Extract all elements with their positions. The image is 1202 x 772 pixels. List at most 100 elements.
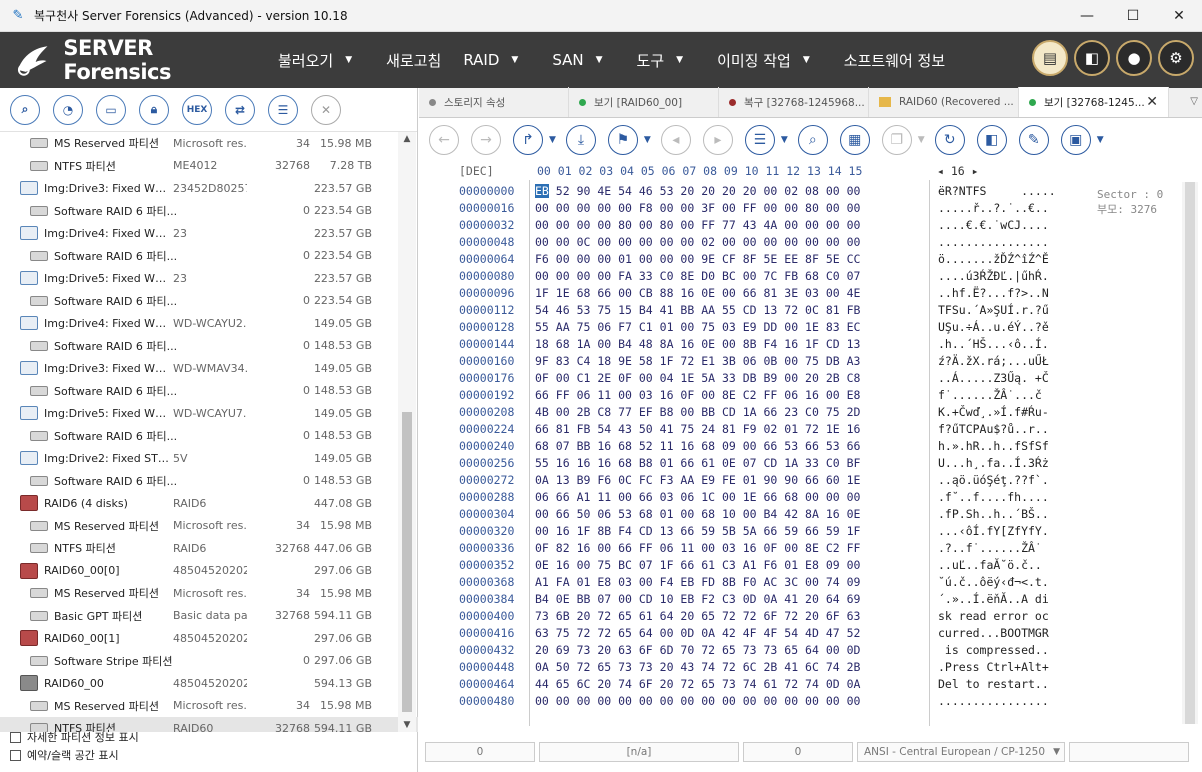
hex-byte[interactable]: 0F (535, 541, 549, 555)
checkbox-box[interactable] (10, 749, 21, 761)
tab[interactable]: 복구 [32768-1245968... (719, 87, 869, 117)
hex-bytes[interactable]: 63 75 72 72 65 64 00 0D 0A 42 4F 4F 54 4… (535, 626, 860, 640)
hex-ascii[interactable]: U...h¸.fa..Í.3Ŕż (938, 456, 1049, 470)
disk-scan-icon[interactable]: ◔ (53, 94, 83, 125)
hex-byte[interactable]: 0F (535, 371, 549, 385)
hex-bytes[interactable]: 4B 00 2B C8 77 EF B8 00 BB CD 1A 66 23 C… (535, 405, 860, 419)
tree-row[interactable]: Software RAID 6 파티... 0 148.53 GB (0, 335, 418, 358)
lock-icon[interactable]: 🔒︎ (139, 94, 169, 125)
hex-bytes[interactable]: 44 65 6C 20 74 6F 20 72 65 73 74 61 72 7… (535, 677, 860, 691)
menu-item[interactable]: 새로고침 (386, 50, 441, 71)
hex-ascii[interactable]: ..uĽ..faĂ˘ö.č.. (938, 558, 1042, 572)
hex-bytes[interactable]: 0A 13 B9 F6 0C FC F3 AA E9 FE 01 90 90 6… (535, 473, 860, 487)
hex-byte-run[interactable]: FA 01 E8 03 00 F4 EB FD 8B F0 AC 3C 00 7… (556, 575, 861, 589)
hex-byte-run[interactable]: 07 BB 16 68 52 11 16 68 09 00 66 53 66 5… (556, 439, 861, 453)
hex-byte[interactable]: 73 (535, 609, 549, 623)
hex-byte-run[interactable]: 81 FB 54 43 50 41 75 24 81 F9 02 01 72 1… (556, 422, 861, 436)
tree-row[interactable]: Img:Drive3: Fixed WD... WD-WMAV34... 149.0… (0, 357, 418, 380)
user-icon[interactable]: ● (1116, 40, 1152, 76)
hex-byte-run[interactable]: 83 C4 18 9E 58 1F 72 E1 3B 06 0B 00 75 D… (556, 354, 861, 368)
next-bookmark-icon[interactable]: ▸ (702, 125, 733, 155)
edit-icon[interactable]: ✎ (1018, 125, 1049, 155)
hex-ascii[interactable]: ˘ú.č..ôëý‹đ¬<.t. (938, 575, 1049, 589)
hex-byte[interactable]: 00 (535, 201, 549, 215)
chevron-down-icon[interactable]: ▼ (1097, 135, 1104, 145)
hex-byte-run[interactable]: 00 C1 2E 0F 00 04 1E 5A 33 DB B9 00 20 2… (556, 371, 861, 385)
hex-bytes[interactable]: 66 FF 06 11 00 03 16 0F 00 8E C2 FF 06 1… (535, 388, 860, 402)
hex-byte-run[interactable]: 00 00 00 80 00 80 00 FF 77 43 4A 00 00 0… (556, 218, 861, 232)
tree-row[interactable]: Img:Drive2: Fixed ST3... 5V 149.05 GB (0, 447, 418, 470)
hex-byte-run[interactable]: 52 90 4E 54 46 53 20 20 20 20 00 02 08 0… (556, 184, 861, 198)
hex-byte[interactable]: 1F (535, 286, 549, 300)
hex-byte[interactable]: B4 (535, 592, 549, 606)
hex-ascii[interactable]: .?..f˙......ŽÂ˙ (938, 541, 1042, 555)
tab[interactable]: 보기 [RAID60_00] (569, 87, 719, 117)
hex-bytes[interactable]: 68 07 BB 16 68 52 11 16 68 09 00 66 53 6… (535, 439, 860, 453)
refresh-icon[interactable]: ↻ (934, 125, 965, 155)
menu-item[interactable]: 소프트웨어 정보 (844, 50, 945, 71)
search-icon[interactable]: ⌕ (797, 125, 828, 155)
hex-byte[interactable]: 00 (535, 218, 549, 232)
hex-byte-run[interactable]: 00 00 00 FA 33 C0 8E D0 BC 00 7C FB 68 C… (556, 269, 861, 283)
hex-ascii[interactable]: ö.......žĎŹ^îŹ^Ě (938, 252, 1049, 266)
hex-bytes[interactable]: A1 FA 01 E8 03 00 F4 EB FD 8B F0 AC 3C 0… (535, 575, 860, 589)
hex-ascii[interactable]: UŞu.÷Á..u.éÝ..?ě (938, 320, 1049, 334)
hex-ascii[interactable]: is compressed.. (938, 643, 1049, 657)
hex-byte-run[interactable]: 00 00 00 00 F8 00 00 3F 00 FF 00 00 80 0… (556, 201, 861, 215)
hex-bytes[interactable]: 00 00 00 00 00 00 00 00 00 00 00 00 00 0… (535, 694, 860, 708)
tree-row[interactable]: MS Reserved 파티션 Microsoft res... 34 15.98 M… (0, 132, 418, 155)
hex-bytes[interactable]: 00 00 00 00 00 F8 00 00 3F 00 FF 00 00 8… (535, 201, 860, 215)
bookmark-icon[interactable]: ⚑ (607, 125, 638, 155)
encoding-select[interactable]: ANSI - Central European / CP-1250 ▼ (857, 742, 1065, 762)
hex-byte-run[interactable]: 46 53 75 15 B4 41 BB AA 55 CD 13 72 0C 8… (556, 303, 861, 317)
hex-byte-run[interactable]: 00 2B C8 77 EF B8 00 BB CD 1A 66 23 C0 7… (556, 405, 861, 419)
tree-row[interactable]: Software Stripe 파티션 0 297.06 GB (0, 650, 418, 673)
tree-row[interactable]: Img:Drive5: Fixed WD ... 23 223.57 GB (0, 267, 418, 290)
hex-bytes[interactable]: 0E 16 00 75 BC 07 1F 66 61 C3 A1 F6 01 E… (535, 558, 860, 572)
transfer-icon[interactable]: ⇄ (225, 94, 255, 125)
hex-ascii[interactable]: Del to restart.. (938, 677, 1049, 691)
menu-item[interactable]: 도구 ▼ (637, 50, 696, 71)
tree-row[interactable]: Basic GPT 파티션 Basic data pa... 32768594.11… (0, 605, 418, 628)
hex-byte[interactable]: 0A (535, 660, 549, 674)
folder-open-icon[interactable]: ▭ (96, 94, 126, 125)
save-icon[interactable]: ▣ (1060, 125, 1091, 155)
hex-byte-run[interactable]: 00 0C 00 00 00 00 00 02 00 00 00 00 00 0… (556, 235, 861, 249)
close-icon[interactable]: ✕ (311, 94, 341, 125)
hex-byte[interactable]: A1 (535, 575, 549, 589)
tree-row[interactable]: Software RAID 6 파티... 0 148.53 GB (0, 470, 418, 493)
hex-ascii[interactable]: TFSu.´A»ŞUÍ.r.?ű (938, 303, 1049, 317)
copy-icon[interactable]: ❐ (881, 125, 912, 155)
hex-bytes[interactable]: 00 00 00 00 FA 33 C0 8E D0 BC 00 7C FB 6… (535, 269, 860, 283)
hex-byte[interactable]: 06 (535, 490, 549, 504)
hex-byte[interactable]: 54 (535, 303, 549, 317)
hex-byte[interactable]: 00 (535, 235, 549, 249)
hex-byte[interactable]: 0A (535, 473, 549, 487)
hex-byte-run[interactable]: 16 1F 8B F4 CD 13 66 59 5B 5A 66 59 66 5… (556, 524, 861, 538)
hex-bytes[interactable]: 00 66 50 06 53 68 01 00 68 10 00 B4 42 8… (535, 507, 860, 521)
hex-byte[interactable]: 68 (535, 439, 549, 453)
hex-bytes[interactable]: 54 46 53 75 15 B4 41 BB AA 55 CD 13 72 0… (535, 303, 860, 317)
hex-byte-run[interactable]: 6B 20 72 65 61 64 20 65 72 72 6F 72 20 6… (556, 609, 861, 623)
tree-row[interactable]: RAID60_00[1] 48504520202... 297.06 GB (0, 627, 418, 650)
chevron-down-icon[interactable]: ▼ (781, 135, 788, 145)
list-icon[interactable]: ☰ (268, 94, 298, 125)
checkbox-box[interactable] (10, 731, 21, 743)
hex-ascii[interactable]: ....ú3ŔŽĐĽ.|űhŔ. (938, 269, 1049, 283)
hex-byte[interactable]: 55 (535, 320, 549, 334)
hex-bytes[interactable]: 00 00 00 00 80 00 80 00 FF 77 43 4A 00 0… (535, 218, 860, 232)
hex-byte-run[interactable]: 0E BB 07 00 CD 10 EB F2 C3 0D 0A 41 20 6… (556, 592, 861, 606)
hex-ascii[interactable]: ..Á.....Z3Űą. +Č (938, 371, 1049, 385)
tree-row[interactable]: NTFS 파티션 ME4012 32768 7.28 TB (0, 155, 418, 178)
tree-row[interactable]: RAID60_00 48504520202... 594.13 GB (0, 672, 418, 695)
tab[interactable]: RAID60 (Recovered ... (869, 87, 1019, 117)
tree-row[interactable]: Img:Drive3: Fixed WD ...23452D802577 223.… (0, 177, 418, 200)
hex-byte[interactable]: 44 (535, 677, 549, 691)
tab-list-chevron-icon[interactable]: ▽ (1190, 96, 1198, 107)
number-mode-toggle[interactable]: [DEC] (459, 164, 494, 178)
hex-ascii[interactable]: ëR?NTFS ..... (938, 184, 1056, 198)
hex-bytes[interactable]: 9F 83 C4 18 9E 58 1F 72 E1 3B 06 0B 00 7… (535, 354, 860, 368)
scroll-up-icon[interactable]: ▲ (398, 134, 416, 144)
maximize-button[interactable]: ☐ (1110, 0, 1156, 32)
hex-ascii[interactable]: .Press Ctrl+Alt+ (938, 660, 1049, 674)
